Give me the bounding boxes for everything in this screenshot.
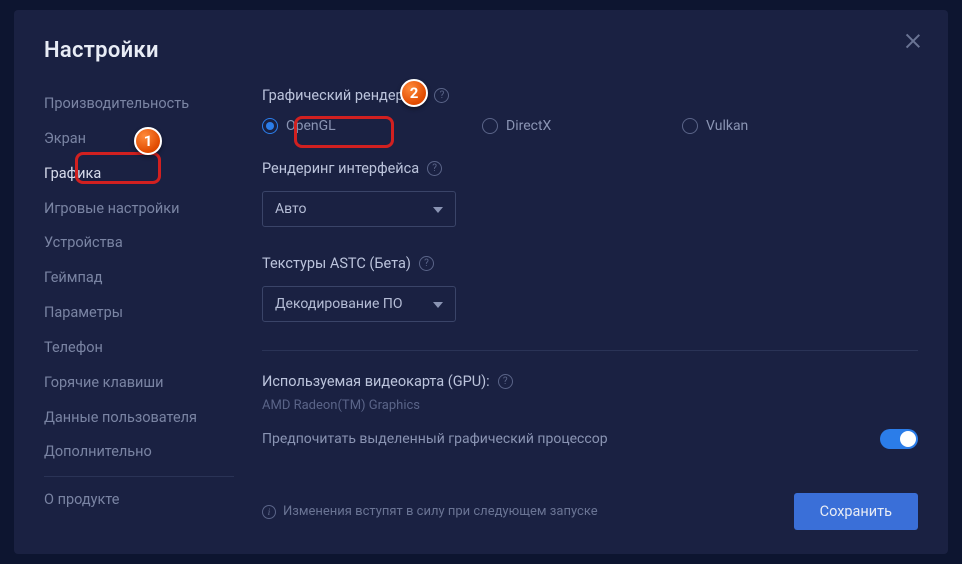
gpu-toggle-row: Предпочитать выделенный графический проц…: [262, 429, 918, 449]
help-icon[interactable]: ?: [498, 374, 513, 389]
rendering-title: Графический рендеринг ?: [262, 87, 918, 104]
notice-text: Изменения вступят в силу при следующем з…: [283, 504, 598, 519]
restart-notice: i Изменения вступят в силу при следующем…: [262, 504, 598, 519]
sidebar-item-additional[interactable]: Дополнительно: [44, 435, 234, 470]
select-value: Декодирование ПО: [275, 296, 403, 312]
sidebar-item-about[interactable]: О продукте: [44, 483, 234, 518]
sidebar-item-user-data[interactable]: Данные пользователя: [44, 401, 234, 436]
sidebar-item-graphics[interactable]: Графика: [44, 157, 234, 192]
sidebar: Производительность Экран Графика Игровые…: [44, 87, 234, 530]
content-divider: [262, 350, 918, 351]
sidebar-item-performance[interactable]: Производительность: [44, 87, 234, 122]
radio-opengl[interactable]: OpenGL: [262, 118, 482, 134]
interface-title: Рендеринг интерфейса ?: [262, 160, 918, 177]
help-icon[interactable]: ?: [427, 161, 442, 176]
rendering-options: OpenGL DirectX Vulkan: [262, 118, 918, 134]
radio-directx[interactable]: DirectX: [482, 118, 682, 134]
gpu-title-text: Используемая видеокарта (GPU):: [262, 373, 490, 390]
annotation-badge-1: 1: [134, 127, 162, 155]
info-icon: i: [262, 505, 276, 519]
save-button[interactable]: Сохранить: [794, 493, 918, 530]
sidebar-item-hotkeys[interactable]: Горячие клавиши: [44, 366, 234, 401]
astc-title: Текстуры ASTC (Бета) ?: [262, 255, 918, 272]
close-icon[interactable]: [904, 32, 922, 50]
sidebar-item-parameters[interactable]: Параметры: [44, 296, 234, 331]
radio-label: DirectX: [506, 118, 551, 134]
annotation-badge-2: 2: [400, 79, 428, 107]
modal-title: Настройки: [44, 38, 918, 63]
gpu-name: AMD Radeon(TM) Graphics: [262, 398, 918, 413]
settings-modal: Настройки Производительность Экран Графи…: [14, 10, 948, 554]
radio-icon: [682, 118, 698, 134]
radio-label: Vulkan: [706, 118, 748, 134]
content-panel: Графический рендеринг ? OpenGL DirectX V…: [262, 87, 918, 530]
gpu-toggle-label: Предпочитать выделенный графический проц…: [262, 431, 608, 447]
astc-select[interactable]: Декодирование ПО: [262, 286, 456, 322]
sidebar-item-devices[interactable]: Устройства: [44, 226, 234, 261]
gpu-toggle[interactable]: [880, 429, 918, 449]
interface-title-text: Рендеринг интерфейса: [262, 160, 419, 177]
help-icon[interactable]: ?: [434, 88, 449, 103]
sidebar-divider: [44, 476, 234, 477]
sidebar-item-gamepad[interactable]: Геймпад: [44, 261, 234, 296]
help-icon[interactable]: ?: [419, 256, 434, 271]
footer: i Изменения вступят в силу при следующем…: [262, 475, 918, 530]
interface-select[interactable]: Авто: [262, 191, 456, 227]
radio-icon: [482, 118, 498, 134]
radio-label: OpenGL: [286, 118, 336, 134]
radio-icon: [262, 118, 278, 134]
sidebar-item-phone[interactable]: Телефон: [44, 331, 234, 366]
select-value: Авто: [275, 201, 307, 217]
sidebar-item-game-settings[interactable]: Игровые настройки: [44, 192, 234, 227]
gpu-title: Используемая видеокарта (GPU): ?: [262, 373, 918, 390]
astc-title-text: Текстуры ASTC (Бета): [262, 255, 411, 272]
radio-vulkan[interactable]: Vulkan: [682, 118, 748, 134]
